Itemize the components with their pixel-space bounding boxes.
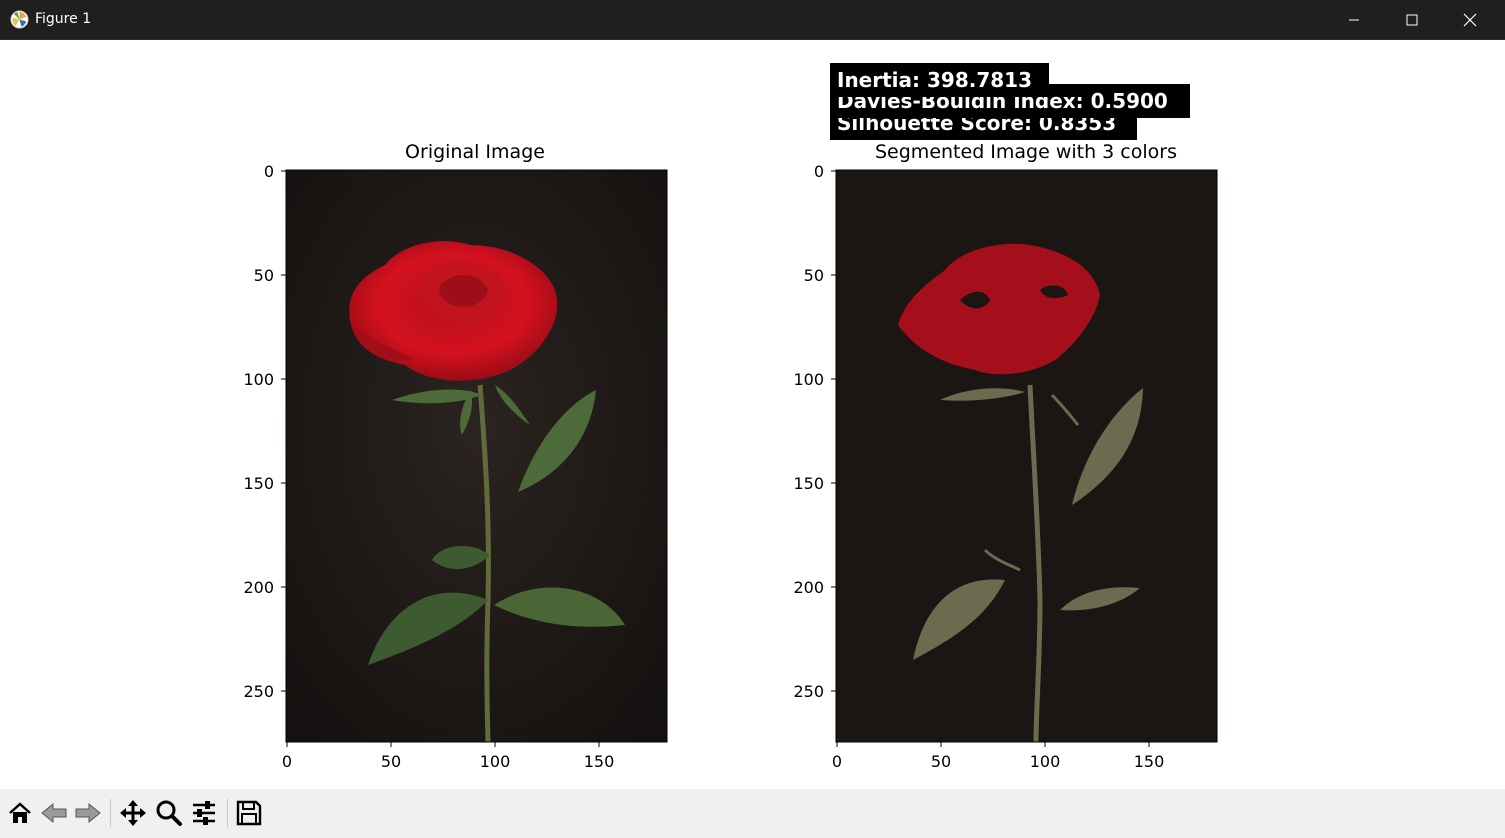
y-axis-segmented: 0 50 100 150 200 250 [793, 162, 836, 701]
figure-canvas[interactable]: Original Image 0 50 100 150 200 250 0 50… [1, 40, 1503, 788]
save-button[interactable] [232, 796, 266, 830]
configure-subplots-button[interactable] [187, 796, 221, 830]
home-button[interactable] [3, 796, 37, 830]
home-icon [9, 802, 31, 823]
x-tick-label: 0 [832, 752, 842, 771]
y-tick-label: 0 [814, 162, 824, 181]
minimize-icon [1349, 19, 1359, 20]
x-tick-label: 150 [584, 752, 615, 771]
pan-icon [120, 800, 146, 826]
window-titlebar: Figure 1 [0, 0, 1505, 40]
x-tick-label: 50 [381, 752, 401, 771]
y-tick-label: 200 [793, 578, 824, 597]
zoom-icon [156, 800, 182, 826]
inertia: Inertia: 398.7813 [837, 68, 1032, 92]
forward-button[interactable] [71, 796, 105, 830]
x-tick-label: 50 [931, 752, 951, 771]
y-tick-label: 50 [254, 266, 274, 285]
forward-icon [75, 802, 101, 824]
y-tick-label: 200 [243, 578, 274, 597]
y-tick-label: 100 [243, 370, 274, 389]
x-tick-label: 100 [1030, 752, 1061, 771]
back-icon [41, 802, 67, 824]
toolbar-separator [110, 799, 111, 827]
toolbar-separator [227, 799, 228, 827]
y-tick-label: 250 [243, 682, 274, 701]
x-axis-original: 0 50 100 150 [282, 742, 614, 771]
save-icon [236, 800, 262, 826]
y-tick-label: 0 [264, 162, 274, 181]
x-tick-label: 100 [480, 752, 511, 771]
y-tick-label: 100 [793, 370, 824, 389]
pan-button[interactable] [116, 796, 150, 830]
y-tick-label: 50 [804, 266, 824, 285]
segmented-image [836, 170, 1217, 743]
y-axis-original: 0 50 100 150 200 250 [243, 162, 286, 701]
x-axis-segmented: 0 50 100 150 [832, 742, 1164, 771]
plot-title-segmented: Segmented Image with 3 colors [875, 141, 1177, 163]
window-title: Figure 1 [35, 11, 92, 27]
minimize-button[interactable] [1325, 0, 1383, 39]
configure-icon [193, 801, 215, 825]
y-tick-label: 250 [793, 682, 824, 701]
matplotlib-logo-icon [10, 10, 29, 29]
close-button[interactable] [1441, 0, 1499, 39]
x-tick-label: 150 [1134, 752, 1165, 771]
metrics-overlay: Silhouette Score: 0.8353 Davies-Bouldin … [830, 63, 1190, 140]
back-button[interactable] [37, 796, 71, 830]
zoom-button[interactable] [152, 796, 186, 830]
close-icon [1463, 13, 1477, 26]
x-tick-label: 0 [282, 752, 292, 771]
navigation-toolbar [0, 789, 1505, 838]
plot-title-original: Original Image [405, 141, 545, 163]
y-tick-label: 150 [243, 474, 274, 493]
maximize-icon [1406, 14, 1418, 25]
figure-svg: Original Image 0 50 100 150 200 250 0 50… [243, 63, 1218, 771]
maximize-button[interactable] [1383, 0, 1441, 39]
y-tick-label: 150 [793, 474, 824, 493]
original-image [286, 170, 667, 743]
